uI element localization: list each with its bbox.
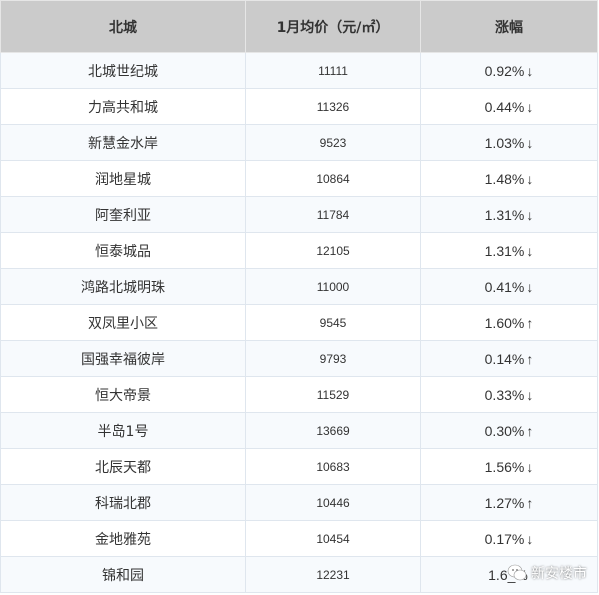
change-value: 0.44% (484, 98, 525, 115)
arrow-up-icon: ↑ (526, 494, 534, 511)
table-row: 恒大帝景 11529 0.33% ↓ (0, 376, 598, 413)
community-name: 国强幸福彼岸 (0, 340, 246, 377)
table-row: 鸿路北城明珠 11000 0.41% ↓ (0, 268, 598, 305)
price-change: 1.27% ↑ (420, 484, 598, 521)
price-change: 1.31% ↓ (420, 196, 598, 233)
table-row: 金地雅苑 10454 0.17% ↓ (0, 520, 598, 557)
arrow-down-icon: ↓ (526, 62, 534, 79)
arrow-up-icon: ↑ (526, 422, 534, 439)
header-community: 北城 (0, 0, 246, 53)
header-row: 北城 1月均价（元/㎡） 涨幅 (0, 0, 598, 53)
change-value: 0.30% (484, 422, 525, 439)
price-table: 北城 1月均价（元/㎡） 涨幅 北城世纪城 11111 0.92% ↓ 力高共和城 113… (0, 0, 598, 593)
table-row: 力高共和城 11326 0.44% ↓ (0, 88, 598, 125)
change-value: 1.31% (484, 242, 525, 259)
community-name: 北辰天都 (0, 448, 246, 485)
price-change: 1.03% ↓ (420, 124, 598, 161)
arrow-down-icon: ↓ (526, 458, 534, 475)
table-row: 阿奎利亚 11784 1.31% ↓ (0, 196, 598, 233)
community-name: 科瑞北郡 (0, 484, 246, 521)
avg-price: 11784 (245, 196, 421, 233)
table-row: 北辰天都 10683 1.56% ↓ (0, 448, 598, 485)
arrow-down-icon: ↓ (526, 134, 534, 151)
change-value: 1.03% (484, 134, 525, 151)
avg-price: 11000 (245, 268, 421, 305)
arrow-up-icon: ↑ (526, 314, 534, 331)
arrow-down-icon: ↓ (526, 242, 534, 259)
change-value: 0.33% (484, 386, 525, 403)
price-change: 0.44% ↓ (420, 88, 598, 125)
community-name: 金地雅苑 (0, 520, 246, 557)
community-name: 新慧金水岸 (0, 124, 246, 161)
change-value: 0.14% (484, 350, 525, 367)
table-header: 北城 1月均价（元/㎡） 涨幅 (0, 0, 598, 53)
avg-price: 12231 (245, 556, 421, 593)
price-change: 0.92% ↓ (420, 52, 598, 89)
header-change: 涨幅 (420, 0, 598, 53)
price-change: 0.41% ↓ (420, 268, 598, 305)
avg-price: 11326 (245, 88, 421, 125)
price-change: 0.17% ↓ (420, 520, 598, 557)
avg-price: 11529 (245, 376, 421, 413)
price-change: 1.56% ↓ (420, 448, 598, 485)
price-change: 1.48% ↓ (420, 160, 598, 197)
community-name: 恒大帝景 (0, 376, 246, 413)
table-row: 恒泰城品 12105 1.31% ↓ (0, 232, 598, 269)
change-value: 1.31% (484, 206, 525, 223)
avg-price: 9523 (245, 124, 421, 161)
community-name: 锦和园 (0, 556, 246, 593)
wechat-icon (507, 564, 527, 581)
change-value: 1.27% (484, 494, 525, 511)
arrow-down-icon: ↓ (526, 98, 534, 115)
community-name: 力高共和城 (0, 88, 246, 125)
table-row: 双凤里小区 9545 1.60% ↑ (0, 304, 598, 341)
avg-price: 10454 (245, 520, 421, 557)
change-value: 0.41% (484, 278, 525, 295)
price-change: 0.14% ↑ (420, 340, 598, 377)
arrow-down-icon: ↓ (526, 278, 534, 295)
price-change: 1.60% ↑ (420, 304, 598, 341)
arrow-down-icon: ↓ (526, 530, 534, 547)
arrow-up-icon: ↑ (526, 350, 534, 367)
avg-price: 10683 (245, 448, 421, 485)
change-value: 0.92% (484, 62, 525, 79)
table-row: 润地星城 10864 1.48% ↓ (0, 160, 598, 197)
watermark: 新安楼市 (507, 563, 587, 583)
community-name: 北城世纪城 (0, 52, 246, 89)
avg-price: 11111 (245, 52, 421, 89)
arrow-down-icon: ↓ (526, 206, 534, 223)
table-row: 新慧金水岸 9523 1.03% ↓ (0, 124, 598, 161)
community-name: 半岛1号 (0, 412, 246, 449)
watermark-text: 新安楼市 (531, 566, 587, 582)
avg-price: 13669 (245, 412, 421, 449)
community-name: 阿奎利亚 (0, 196, 246, 233)
price-change: 0.30% ↑ (420, 412, 598, 449)
avg-price: 10864 (245, 160, 421, 197)
table-row: 北城世纪城 11111 0.92% ↓ (0, 52, 598, 89)
community-name: 鸿路北城明珠 (0, 268, 246, 305)
price-change: 0.33% ↓ (420, 376, 598, 413)
change-value: 0.17% (484, 530, 525, 547)
avg-price: 12105 (245, 232, 421, 269)
table-body: 北城世纪城 11111 0.92% ↓ 力高共和城 11326 0.44% ↓ 新慧金水岸 952… (0, 52, 598, 593)
table-row: 国强幸福彼岸 9793 0.14% ↑ (0, 340, 598, 377)
avg-price: 10446 (245, 484, 421, 521)
avg-price: 9545 (245, 304, 421, 341)
arrow-down-icon: ↓ (526, 170, 534, 187)
table-row: 科瑞北郡 10446 1.27% ↑ (0, 484, 598, 521)
change-value: 1.56% (484, 458, 525, 475)
community-name: 双凤里小区 (0, 304, 246, 341)
community-name: 恒泰城品 (0, 232, 246, 269)
change-value: 1.60% (484, 314, 525, 331)
header-price: 1月均价（元/㎡） (245, 0, 421, 53)
table-row: 半岛1号 13669 0.30% ↑ (0, 412, 598, 449)
arrow-down-icon: ↓ (526, 386, 534, 403)
avg-price: 9793 (245, 340, 421, 377)
community-name: 润地星城 (0, 160, 246, 197)
change-value: 1.48% (484, 170, 525, 187)
price-change: 1.31% ↓ (420, 232, 598, 269)
